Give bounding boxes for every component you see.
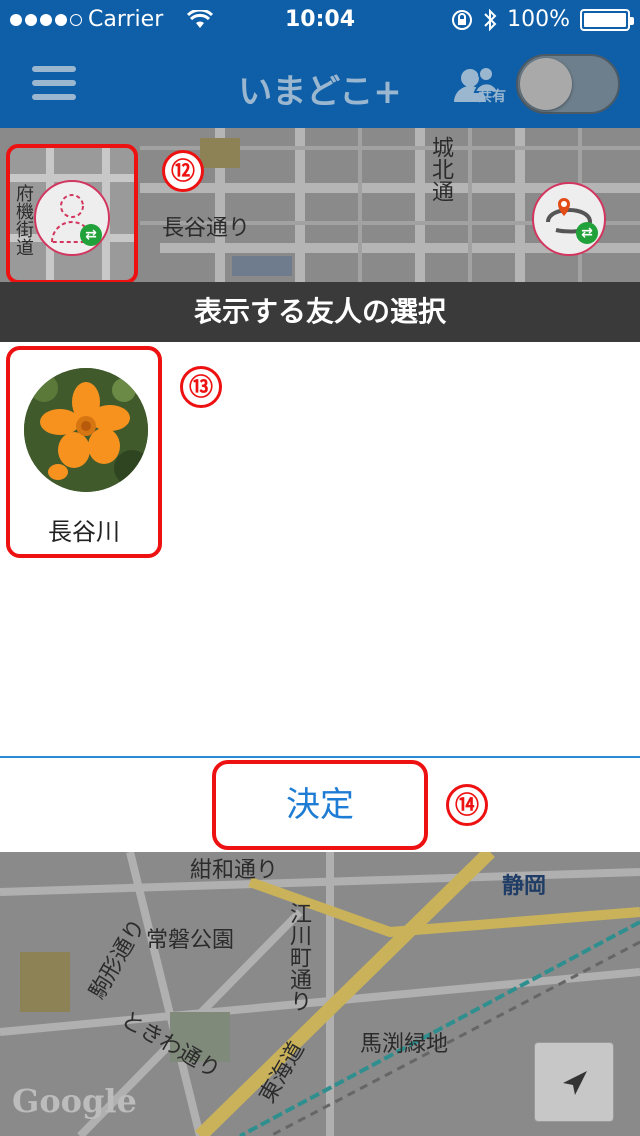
map-label-street: 府機街道 [13, 184, 34, 256]
decide-button[interactable]: 決定 [212, 760, 428, 850]
battery-percent: 100% [507, 7, 570, 32]
map-label-johoku: 城北通 [428, 136, 453, 202]
status-bar: Carrier 10:04 100% [0, 0, 640, 40]
step-marker-14: ⑭ [446, 784, 488, 826]
top-bar: Carrier 10:04 100% いまどこ+ 共有 [0, 0, 640, 128]
sync-icon: ⇄ [576, 222, 598, 244]
nav-bar: いまどこ+ 共有 [0, 40, 640, 128]
map-label-mabuchi-ryokuchi: 馬渕緑地 [360, 1032, 449, 1057]
map-label-egawacho-dori: 江川町通り [286, 902, 311, 1012]
map-label-hase-dori: 長谷通り [162, 216, 251, 241]
current-location-button[interactable] [534, 1042, 614, 1122]
friend-card[interactable]: 長谷川 [6, 346, 162, 558]
route-location-button[interactable]: ⇄ [532, 182, 606, 256]
navigation-arrow-icon [563, 1071, 587, 1095]
google-logo: Google [12, 1082, 137, 1120]
map-label-konwa-dori: 紺和通り [190, 858, 279, 883]
toggle-knob [520, 58, 572, 110]
friend-select-thumbnail[interactable]: 府機街道 ⇄ [6, 144, 138, 284]
friend-avatar [24, 368, 148, 492]
section-header: 表示する友人の選択 [0, 282, 640, 342]
sync-icon: ⇄ [80, 224, 102, 246]
step-marker-12: ⑫ [162, 150, 204, 192]
map-label-tokiwa-park: 常磐公園 [146, 928, 235, 953]
share-toggle[interactable] [516, 54, 620, 114]
status-right: 100% [451, 7, 634, 32]
route-icon [546, 198, 593, 234]
flower-image [24, 368, 148, 492]
friend-placeholder-icon [34, 180, 110, 256]
battery-icon [580, 8, 634, 31]
share-label: 共有 [478, 89, 506, 105]
rotation-lock-icon [452, 9, 473, 30]
step-marker-13: ⑬ [180, 366, 222, 408]
friend-name: 長谷川 [48, 518, 120, 546]
bluetooth-icon [484, 8, 497, 31]
map-label-shizuoka: 静岡 [502, 874, 547, 899]
